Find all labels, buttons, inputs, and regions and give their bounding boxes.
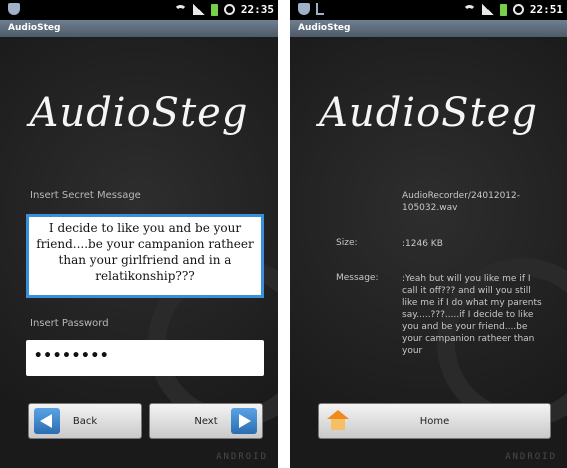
wifi-icon xyxy=(462,4,476,15)
app-logo: AudioSteg xyxy=(29,90,249,136)
password-label: Insert Password xyxy=(30,318,109,329)
battery-icon xyxy=(210,3,218,16)
home-button-label: Home xyxy=(419,415,450,427)
size-label: Size: xyxy=(336,238,358,248)
next-arrow-icon xyxy=(231,408,257,434)
status-time: 22:35 xyxy=(240,3,274,16)
back-arrow-icon xyxy=(34,408,60,434)
password-input[interactable]: •••••••• xyxy=(26,340,264,376)
status-bar: 22:35 xyxy=(0,0,278,20)
message-label: Insert Secret Message xyxy=(30,190,141,201)
right-screen: 22:51 AudioSteg AudioSteg AudioRecorder/… xyxy=(290,0,567,468)
home-icon xyxy=(327,410,349,432)
secret-message-input[interactable]: I decide to like you and be your friend.… xyxy=(26,214,264,298)
app-title-bar: AudioSteg xyxy=(0,20,278,37)
status-bar: 22:51 xyxy=(290,0,567,20)
app-title-bar: AudioSteg xyxy=(290,20,567,37)
signal-icon xyxy=(481,4,494,15)
usb-icon xyxy=(316,3,324,15)
battery-icon xyxy=(499,3,507,16)
brand-footer: ANDROID xyxy=(216,452,268,462)
app-logo: AudioSteg xyxy=(319,90,538,136)
size-value: :1246 KB xyxy=(402,239,443,249)
status-time: 22:51 xyxy=(529,3,563,16)
signal-icon xyxy=(192,4,205,15)
brand-footer: ANDROID xyxy=(505,452,557,462)
next-button-label: Next xyxy=(194,415,218,427)
shield-icon xyxy=(298,3,310,15)
message-value: :Yeah but will you like me if I call it … xyxy=(402,274,542,356)
back-button[interactable]: Back xyxy=(28,403,142,439)
alarm-icon xyxy=(512,4,524,15)
file-path: AudioRecorder/24012012-105032.wav xyxy=(402,191,521,213)
left-screen: 22:35 AudioSteg AudioSteg Insert Secret … xyxy=(0,0,278,468)
next-button[interactable]: Next xyxy=(149,403,263,439)
wifi-icon xyxy=(173,4,187,15)
message-label: Message: xyxy=(336,273,379,283)
back-button-label: Back xyxy=(72,415,98,427)
shield-icon xyxy=(8,3,20,15)
home-button[interactable]: Home xyxy=(318,403,551,439)
alarm-icon xyxy=(223,4,235,15)
